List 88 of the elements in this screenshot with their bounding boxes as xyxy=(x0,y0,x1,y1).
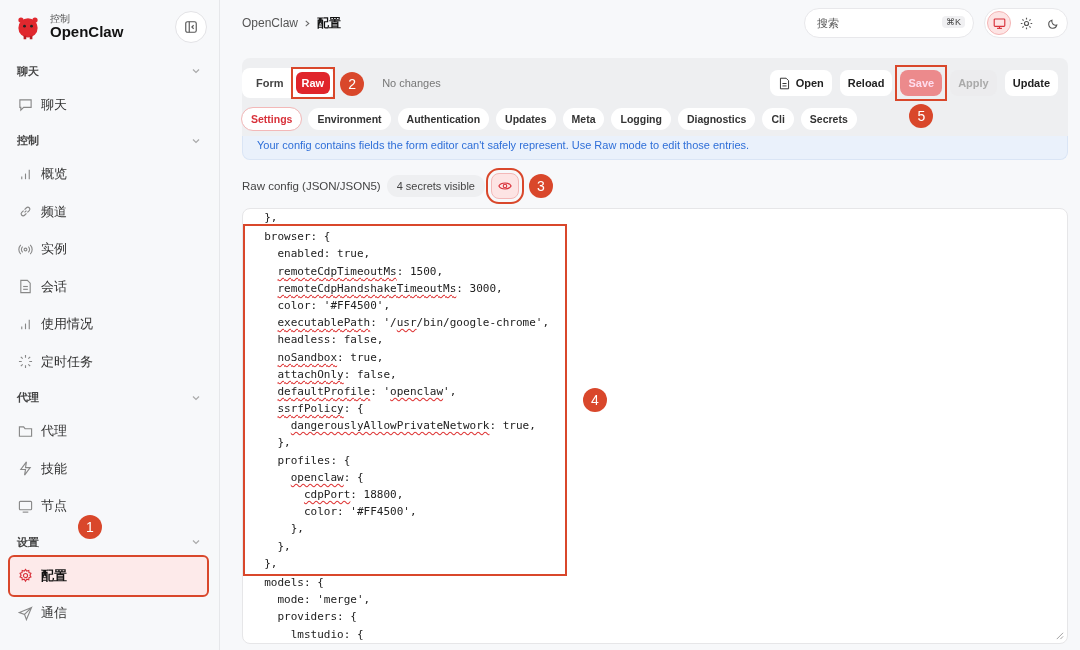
breadcrumb-link[interactable]: OpenClaw xyxy=(242,16,299,30)
resize-handle-icon[interactable] xyxy=(1055,631,1064,640)
code-line: noSandbox: true, xyxy=(276,349,384,366)
code-line: providers: { xyxy=(276,609,357,626)
code-line: enabled: true, xyxy=(276,246,371,263)
group-title: 聊天 xyxy=(17,63,39,79)
group-title: 设置 xyxy=(17,534,39,550)
nav-item[interactable]: 配置 xyxy=(10,557,207,595)
doc-icon xyxy=(18,279,33,295)
nav-item[interactable]: 定时任务 xyxy=(10,343,207,381)
radio-icon xyxy=(18,241,33,257)
section-tab[interactable]: Meta xyxy=(562,108,605,130)
code-line: lmstudio: { xyxy=(289,626,364,643)
code-line: dangerouslyAllowPrivateNetwork: true, xyxy=(289,418,536,435)
nav-item[interactable]: 聊天 xyxy=(10,86,207,124)
code-line: color: '#FF4500', xyxy=(302,504,417,521)
callout-badge: 3 xyxy=(528,174,553,198)
monitor-icon xyxy=(992,16,1006,30)
loader-icon xyxy=(18,354,33,370)
callout-badge: 1 xyxy=(78,515,102,539)
section-tab[interactable]: Cli xyxy=(762,108,794,130)
code-line: remoteCdpTimeoutMs: 1500, xyxy=(276,263,444,280)
code-line: models: { xyxy=(263,574,324,591)
brand-subtitle: 控制 xyxy=(50,13,71,25)
code-line: openclaw: { xyxy=(289,469,364,486)
callout-badge: 4 xyxy=(583,388,607,413)
monitor-theme-button[interactable] xyxy=(987,11,1011,35)
nav-item[interactable]: 代理 xyxy=(10,412,207,450)
code-line: profiles: { xyxy=(276,452,351,469)
code-line: attachOnly: false, xyxy=(276,366,397,383)
toolbar-button[interactable]: Update xyxy=(1004,70,1058,96)
code-line: }, xyxy=(276,435,291,452)
nav-item[interactable]: 通信 xyxy=(10,594,207,632)
chat-icon xyxy=(18,97,33,113)
section-tab[interactable]: Authentication xyxy=(397,108,490,130)
gear-icon xyxy=(18,568,33,584)
toolbar-button[interactable]: Open xyxy=(769,70,832,96)
mode-tab[interactable]: Form xyxy=(250,72,290,94)
monitor-icon xyxy=(18,498,33,514)
code-line: ssrfPolicy: { xyxy=(276,401,364,418)
group-title: 代理 xyxy=(17,390,39,405)
code-line: }, xyxy=(263,210,278,226)
nav-item[interactable]: 使用情况 xyxy=(10,305,207,343)
nav-item[interactable]: 概览 xyxy=(10,155,207,193)
shortcut-hint: ⌘K xyxy=(942,16,965,28)
code-line: headless: false, xyxy=(276,332,384,349)
code-line: browser: { xyxy=(263,229,331,246)
section-tab[interactable]: Settings xyxy=(242,108,302,130)
section-tab[interactable]: Diagnostics xyxy=(677,108,756,130)
nav-item[interactable]: 实例 xyxy=(10,230,207,268)
code-line: remoteCdpHandshakeTimeoutMs: 3000, xyxy=(276,280,503,297)
sun-icon xyxy=(1019,16,1033,30)
send-icon xyxy=(18,605,33,621)
eye-icon xyxy=(497,179,512,193)
bolt-icon xyxy=(18,461,33,477)
chevron-icon xyxy=(304,19,312,27)
section-tab[interactable]: Updates xyxy=(496,108,556,130)
nav-item[interactable]: 会话 xyxy=(10,268,207,306)
status-text: No changes xyxy=(382,77,441,89)
folder-icon xyxy=(18,423,33,439)
code-line: mode: 'merge', xyxy=(276,592,371,609)
notice-text: Your config contains fields the form editor can't safely represent. Use Raw mode to edit those entries. xyxy=(257,139,751,151)
document-icon xyxy=(777,76,791,90)
code-line: defaultProfile: 'openclaw', xyxy=(276,383,457,400)
toolbar-button[interactable]: Reload xyxy=(839,70,893,96)
nav-item[interactable]: 频道 xyxy=(10,193,207,231)
moon-icon xyxy=(1046,16,1060,30)
nav-item[interactable]: 技能 xyxy=(10,450,207,488)
breadcrumb-current: 配置 xyxy=(317,14,342,32)
code-line: color: '#FF4500', xyxy=(276,297,391,314)
code-line: executablePath: '/usr/bin/google-chrome', xyxy=(276,315,550,332)
callout-badge: 5 xyxy=(909,104,934,128)
section-tab[interactable]: Logging xyxy=(611,108,671,130)
sidebar-panel-icon xyxy=(184,20,198,34)
collapse-sidebar-button[interactable] xyxy=(175,11,207,43)
group-title: 控制 xyxy=(17,133,39,148)
section-tab[interactable]: Secrets xyxy=(800,108,857,130)
mode-tab[interactable]: Raw xyxy=(295,72,331,94)
secrets-pill: 4 secrets visible xyxy=(386,175,485,197)
code-editor[interactable] xyxy=(242,208,1068,644)
raw-config-label: Raw config (JSON/JSON5) xyxy=(242,180,381,192)
code-line: cdpPort: 18800, xyxy=(303,487,404,503)
code-line: }, xyxy=(276,538,291,555)
brand-name: OpenClaw xyxy=(50,24,124,41)
callout-badge: 2 xyxy=(340,72,365,96)
code-line: }, xyxy=(263,555,278,572)
section-tab[interactable]: Environment xyxy=(308,108,391,130)
code-line: }, xyxy=(289,521,304,538)
